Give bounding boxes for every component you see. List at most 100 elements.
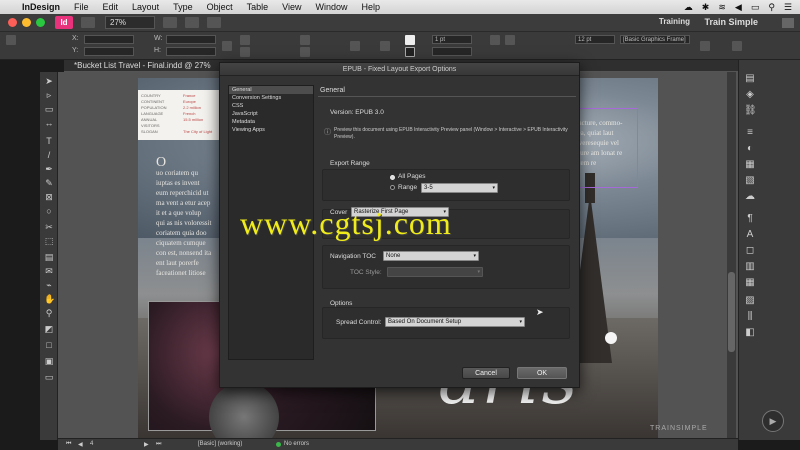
preflight-errors[interactable]: No errors: [284, 441, 309, 447]
flip-icon[interactable]: [350, 41, 360, 51]
nav-viewing-apps[interactable]: Viewing Apps: [229, 126, 313, 134]
first-page-icon[interactable]: ⏮: [66, 441, 71, 448]
pathfinder-icon[interactable]: ◧: [744, 328, 756, 338]
paragraph-styles-icon[interactable]: ¶: [744, 214, 756, 224]
effects-icon[interactable]: [505, 35, 515, 45]
scrollbar-thumb[interactable]: [728, 272, 735, 352]
nav-conversion-settings[interactable]: Conversion Settings: [229, 94, 313, 102]
menu-table[interactable]: Table: [247, 2, 269, 12]
shear-icon[interactable]: [300, 47, 310, 57]
selection-tool-icon[interactable]: ➤: [44, 76, 54, 86]
navigation-toc-select[interactable]: None ▾: [383, 251, 479, 261]
menu-window[interactable]: Window: [315, 2, 347, 12]
cc-libraries-icon[interactable]: ☁: [744, 192, 756, 202]
next-page-icon[interactable]: ▶: [144, 441, 149, 448]
h-field[interactable]: [166, 47, 216, 56]
direct-selection-tool-icon[interactable]: ▹: [44, 90, 54, 100]
stroke-icon[interactable]: ≡: [744, 128, 756, 138]
range-field[interactable]: 3-5 ▾: [421, 183, 498, 193]
bridge-icon[interactable]: [81, 17, 95, 28]
last-page-icon[interactable]: ⏭: [156, 441, 161, 448]
select-container-icon[interactable]: [380, 41, 390, 51]
note-tool-icon[interactable]: ✉: [44, 266, 54, 276]
menu-layout[interactable]: Layout: [132, 2, 159, 12]
nav-javascript[interactable]: JavaScript: [229, 110, 313, 118]
all-pages-radio[interactable]: [390, 175, 395, 180]
constrain-proportions-icon[interactable]: [222, 41, 232, 51]
volume-icon[interactable]: ◀: [735, 2, 742, 13]
character-styles-icon[interactable]: A: [744, 230, 756, 240]
zoom-tool-icon[interactable]: ⚲: [44, 308, 54, 318]
menu-type[interactable]: Type: [173, 2, 193, 12]
battery-icon[interactable]: ▭: [751, 2, 760, 13]
scale-x-icon[interactable]: [240, 35, 250, 45]
stroke-swatch-icon[interactable]: [405, 47, 415, 57]
line-tool-icon[interactable]: /: [44, 150, 54, 160]
panel-menu-icon[interactable]: [732, 41, 742, 51]
menu-edit[interactable]: Edit: [103, 2, 119, 12]
scissors-tool-icon[interactable]: ✂: [44, 222, 54, 232]
swatches-icon[interactable]: ▦: [744, 160, 756, 170]
view-options-icon[interactable]: [163, 17, 177, 28]
wifi-icon[interactable]: ≋: [718, 2, 726, 13]
fitting-icon[interactable]: [700, 41, 710, 51]
previous-page-icon[interactable]: ◀: [78, 441, 83, 448]
y-field[interactable]: [84, 47, 134, 56]
page-tool-icon[interactable]: ▭: [44, 104, 54, 114]
zoom-window-icon[interactable]: [36, 18, 45, 27]
all-pages-label[interactable]: All Pages: [398, 173, 425, 180]
rotate-icon[interactable]: [300, 35, 310, 45]
search-icon[interactable]: ⚲: [768, 2, 775, 13]
pages-icon[interactable]: ▤: [744, 74, 756, 84]
align-icon[interactable]: ⫼: [744, 312, 756, 322]
drop-shadow-icon[interactable]: [490, 35, 500, 45]
ellipse-tool-icon[interactable]: ○: [44, 206, 54, 216]
links-icon[interactable]: ⛓: [744, 106, 757, 116]
eyedropper-tool-icon[interactable]: ⌁: [44, 280, 54, 290]
w-field[interactable]: [166, 35, 216, 44]
menu-file[interactable]: File: [74, 2, 89, 12]
text-wrap-icon[interactable]: ▨: [744, 296, 756, 306]
screen-mode-tool-icon[interactable]: ▭: [44, 372, 54, 382]
object-style-field[interactable]: [Basic Graphics Frame]: [620, 35, 690, 44]
stroke-type-field[interactable]: [432, 47, 472, 56]
formatting-container-icon[interactable]: □: [44, 340, 54, 350]
cell-styles-icon[interactable]: ▦: [744, 278, 756, 288]
user-account[interactable]: Train Simple: [704, 17, 758, 27]
free-transform-tool-icon[interactable]: ⬚: [44, 236, 54, 246]
screen-mode-icon[interactable]: [185, 17, 199, 28]
nav-general[interactable]: General: [229, 86, 313, 94]
range-label[interactable]: Range: [398, 184, 417, 191]
fill-stroke-icon[interactable]: ◩: [44, 324, 54, 334]
stroke-weight-field[interactable]: 1 pt: [432, 35, 472, 44]
scale-y-icon[interactable]: [240, 47, 250, 57]
creative-cloud-icon[interactable]: ☁: [684, 2, 693, 13]
menu-help[interactable]: Help: [362, 2, 381, 12]
ok-button[interactable]: OK: [517, 367, 567, 379]
zoom-level-select[interactable]: 27%: [105, 16, 155, 29]
layers-icon[interactable]: ◈: [744, 90, 756, 100]
gradient-icon[interactable]: ▧: [744, 176, 756, 186]
hand-tool-icon[interactable]: ✋: [44, 294, 55, 304]
range-radio[interactable]: [390, 185, 395, 190]
vertical-scrollbar[interactable]: [727, 72, 736, 438]
arrange-documents-icon[interactable]: [207, 17, 221, 28]
pen-tool-icon[interactable]: ✒: [44, 164, 54, 174]
gap-tool-icon[interactable]: ↔: [44, 118, 54, 128]
cancel-button[interactable]: Cancel: [462, 367, 510, 379]
rectangle-frame-tool-icon[interactable]: ⊠: [44, 192, 54, 202]
preflight-profile[interactable]: [Basic] (working): [198, 441, 242, 447]
menu-app-name[interactable]: InDesign: [22, 2, 60, 12]
info-table[interactable]: COUNTRY France CONTINENT Europe POPULATION…: [138, 90, 228, 140]
play-icon[interactable]: ▶: [762, 410, 784, 432]
stock-icon[interactable]: [782, 18, 794, 28]
toc-style-select[interactable]: ▾: [387, 267, 483, 277]
close-window-icon[interactable]: [8, 18, 17, 27]
menu-object[interactable]: Object: [207, 2, 233, 12]
object-styles-icon[interactable]: ◻: [744, 246, 756, 256]
bluetooth-icon[interactable]: ✱: [702, 2, 710, 13]
minimize-window-icon[interactable]: [22, 18, 31, 27]
color-icon[interactable]: ◐: [744, 144, 756, 154]
nav-metadata[interactable]: Metadata: [229, 118, 313, 126]
menu-view[interactable]: View: [282, 2, 301, 12]
